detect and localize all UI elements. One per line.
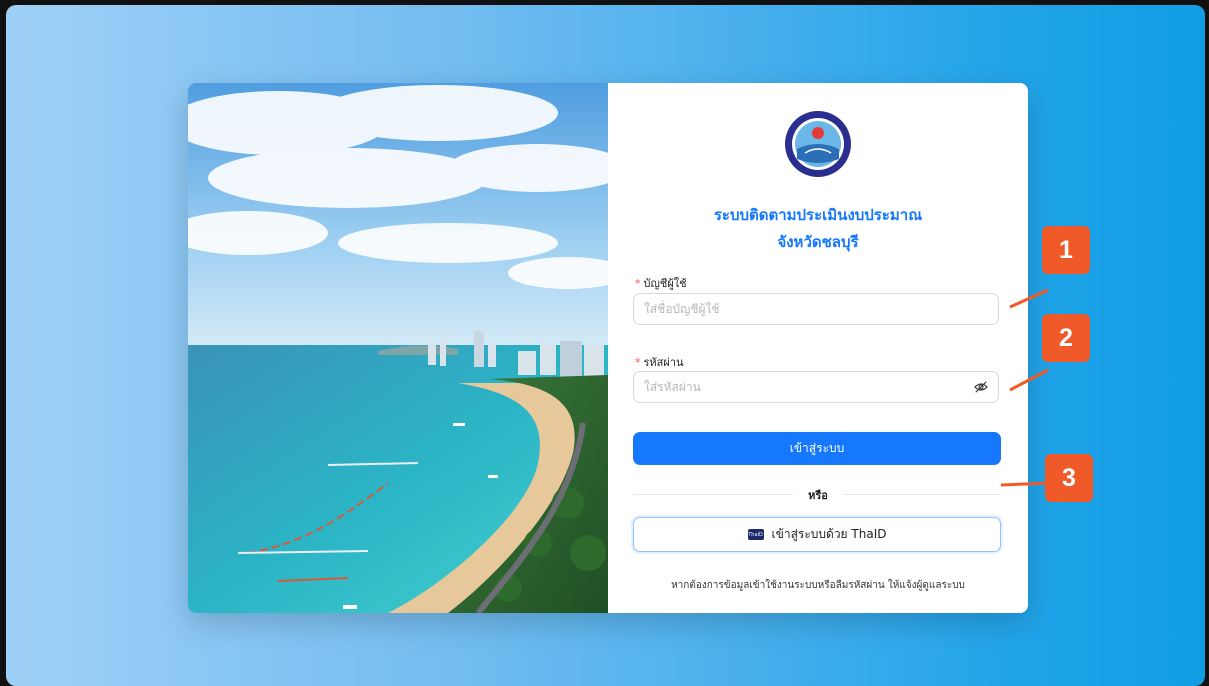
callout-badge-1: 1	[1042, 226, 1090, 274]
browser-viewport: ระบบติดตามประเมินงบประมาณ จังหวัดชลบุรี …	[6, 5, 1205, 686]
callout-badge-2: 2	[1042, 314, 1090, 362]
callout-connectors	[1000, 288, 1050, 487]
callout-badge-3: 3	[1045, 454, 1093, 502]
